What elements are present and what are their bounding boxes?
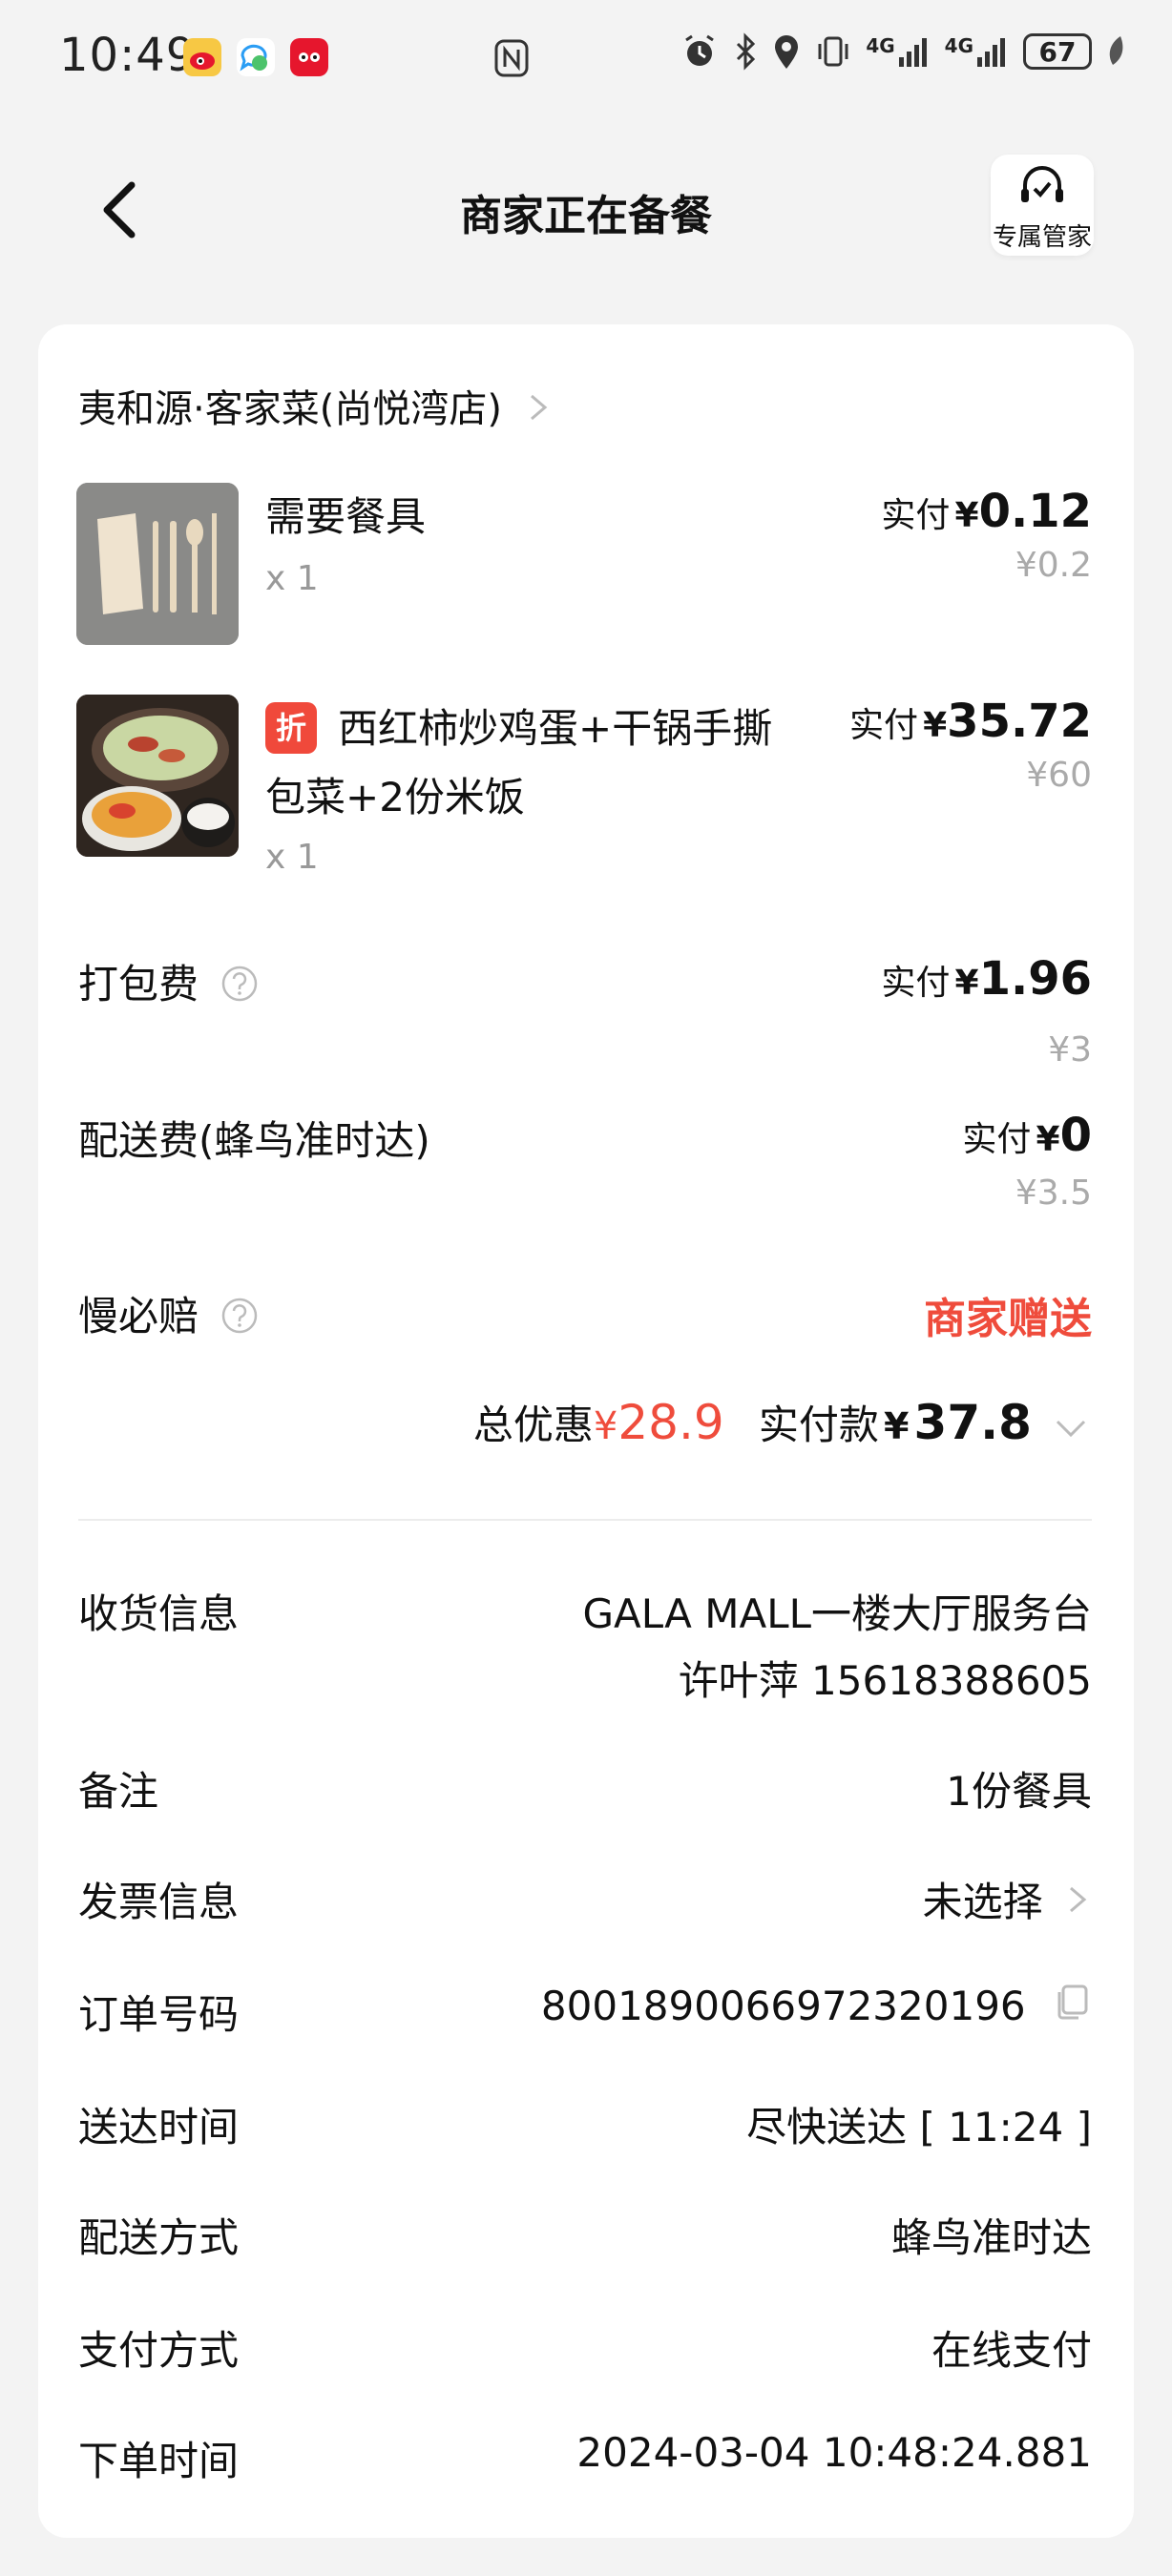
alarm-icon [685, 34, 715, 66]
remark-label: 备注 [78, 1768, 159, 1815]
leaf-icon [1109, 36, 1123, 65]
delivery-time-value: 尽快送达 [ 11:24 ] [746, 2104, 1092, 2150]
item-quantity: x 1 [265, 838, 319, 877]
discount-value: 28.9 [617, 1395, 724, 1450]
order-number: 8001890066972320196 [541, 1983, 1092, 2030]
copy-icon[interactable] [1050, 1981, 1092, 2023]
item-original-price: ¥0.2 [1015, 546, 1092, 585]
invoice-selector[interactable]: 未选择 [923, 1870, 1092, 1928]
status-bar: 10:49 4G 4G 67 [0, 0, 1172, 114]
item-name: 需要餐具 [265, 493, 427, 540]
invoice-value: 未选择 [922, 1879, 1043, 1925]
vibrate-icon [818, 36, 848, 67]
signal-2-icon: 4G [945, 34, 1010, 69]
item-name: 折西红柿炒鸡蛋+干锅手撕 [265, 695, 772, 763]
bluetooth-icon [737, 32, 756, 71]
order-card: 夷和源·客家菜(尚悦湾店) 需要餐具 x 1 实付 ¥0.12 ¥0.2 折 西… [38, 324, 1134, 2538]
remark-value: 1份餐具 [946, 1768, 1092, 1815]
weibo-app-icon [183, 38, 221, 76]
location-icon [775, 35, 799, 69]
chat-app-icon [237, 38, 275, 76]
payment-method-label: 支付方式 [78, 2327, 240, 2374]
delivery-time-label: 送达时间 [78, 2104, 240, 2150]
order-number-label: 订单号码 [78, 1991, 240, 2038]
receiver-info-label: 收货信息 [78, 1590, 240, 1637]
item-name-line2: 包菜+2份米饭 [265, 774, 525, 821]
chevron-right-icon [530, 394, 547, 421]
section-divider [78, 1519, 1092, 1521]
delivery-method-value: 蜂鸟准时达 [890, 2214, 1092, 2261]
discount-tag: 折 [265, 701, 317, 754]
delivery-fee-original: ¥3.5 [1015, 1174, 1092, 1213]
order-time-value: 2024-03-04 10:48:24.881 [576, 2429, 1092, 2476]
chevron-right-icon [1070, 1886, 1087, 1912]
status-time: 10:49 [59, 29, 197, 82]
total-label: 实付款 [758, 1402, 879, 1448]
shop-name: 夷和源·客家菜(尚悦湾店) [78, 387, 502, 431]
dish-thumbnail[interactable] [76, 695, 239, 857]
utensils-thumbnail[interactable] [76, 483, 239, 645]
order-time-label: 下单时间 [78, 2438, 240, 2484]
price-summary[interactable]: 总优惠¥28.9 实付款 ¥ 37.8 [473, 1393, 1092, 1454]
chevron-down-icon [1056, 1420, 1086, 1437]
status-icons: 4G 4G 67 [680, 32, 1126, 71]
item-paid-price: 实付 ¥0.12 [881, 485, 1092, 538]
order-number-value: 8001890066972320196 [540, 1983, 1026, 2029]
battery-indicator: 67 [1023, 33, 1092, 70]
shop-link[interactable]: 夷和源·客家菜(尚悦湾店) [78, 378, 553, 433]
help-circle-icon[interactable] [220, 1297, 259, 1335]
delivery-fee-paid: 实付 ¥0 [962, 1109, 1092, 1162]
concierge-button[interactable]: 专属管家 [991, 155, 1094, 256]
page-header: 商家正在备餐 专属管家 [0, 153, 1172, 267]
receiver-address: GALA MALL一楼大厅服务台 [582, 1590, 1093, 1637]
merchant-gift-badge: 商家赠送 [924, 1295, 1092, 1343]
slow-compensation-label: 慢必赔 [78, 1284, 259, 1342]
discount-label: 总优惠 [472, 1402, 594, 1448]
help-circle-icon[interactable] [220, 965, 259, 1003]
item-quantity: x 1 [265, 559, 319, 598]
total-value: 37.8 [913, 1395, 1032, 1450]
nfc-icon [492, 38, 531, 82]
payment-method-value: 在线支付 [931, 2327, 1092, 2374]
invoice-label: 发票信息 [78, 1879, 240, 1925]
item-original-price: ¥60 [1026, 756, 1092, 795]
concierge-label: 专属管家 [992, 223, 1092, 252]
packaging-fee-paid: 实付 ¥1.96 [881, 952, 1092, 1006]
packaging-fee-original: ¥3 [1048, 1030, 1092, 1070]
headset-icon [1021, 166, 1063, 202]
delivery-fee-label: 配送费(蜂鸟准时达) [78, 1117, 430, 1164]
signal-1-icon: 4G [866, 34, 931, 69]
tmall-app-icon [290, 38, 328, 76]
delivery-method-label: 配送方式 [78, 2214, 240, 2261]
packaging-fee-label: 打包费 [78, 952, 259, 1010]
item-paid-price: 实付 ¥35.72 [849, 695, 1092, 748]
receiver-contact: 许叶萍 15618388605 [678, 1657, 1092, 1704]
